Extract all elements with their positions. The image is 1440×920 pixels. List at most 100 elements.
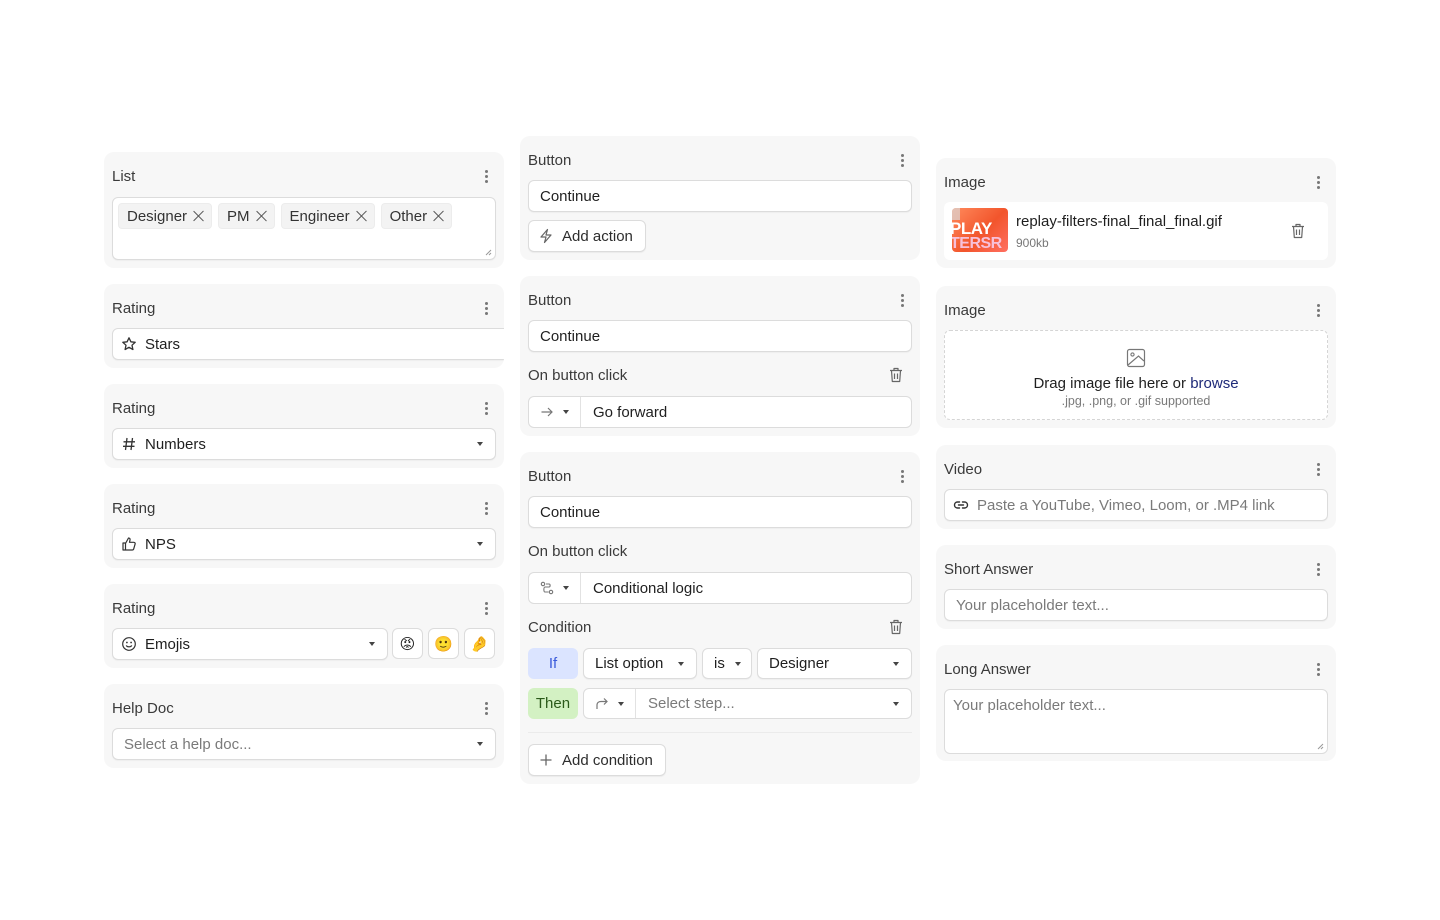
- browse-link[interactable]: browse: [1190, 375, 1238, 392]
- more-options-icon[interactable]: [892, 466, 912, 486]
- remove-chip-icon[interactable]: [433, 210, 445, 222]
- button-label-value: Continue: [540, 327, 601, 345]
- rating-type-select[interactable]: Emojis: [112, 628, 388, 660]
- rating-type-select[interactable]: Numbers: [112, 428, 496, 460]
- more-options-icon[interactable]: [476, 398, 496, 418]
- rating-emojis-card: Rating Emojis 😡 🙂 🤌: [104, 584, 504, 668]
- link-icon: [953, 497, 969, 513]
- long-answer-card: Long Answer Your placeholder text...: [936, 645, 1336, 761]
- dropzone-text: Drag image file here or browse: [945, 375, 1327, 392]
- remove-chip-icon[interactable]: [193, 210, 205, 222]
- short-answer-placeholder: Your placeholder text...: [956, 596, 1109, 614]
- emoji-option-pinched[interactable]: 🤌: [464, 628, 495, 659]
- card-title: Long Answer: [944, 660, 1031, 678]
- remove-chip-icon[interactable]: [356, 210, 368, 222]
- more-options-icon[interactable]: [892, 290, 912, 310]
- chip-label: Designer: [127, 207, 188, 225]
- more-options-icon[interactable]: [476, 598, 496, 618]
- card-title: Rating: [112, 299, 156, 317]
- if-badge: If: [528, 648, 578, 679]
- help-doc-placeholder: Select a help doc...: [124, 735, 252, 753]
- action-type-dropdown[interactable]: [529, 397, 581, 427]
- more-options-icon[interactable]: [1308, 459, 1328, 479]
- resize-handle-icon[interactable]: [1317, 743, 1324, 750]
- card-title: List: [112, 167, 136, 185]
- more-options-icon[interactable]: [1308, 300, 1328, 320]
- more-options-icon[interactable]: [476, 498, 496, 518]
- more-options-icon[interactable]: [476, 698, 496, 718]
- more-options-icon[interactable]: [476, 166, 496, 186]
- condition-field-select[interactable]: List option: [583, 648, 697, 679]
- add-condition-button[interactable]: Add condition: [528, 744, 666, 776]
- card-title: Help Doc: [112, 699, 174, 717]
- action-type-dropdown[interactable]: [529, 573, 581, 603]
- chip-label: Other: [389, 207, 428, 225]
- chevron-down-icon: [893, 701, 899, 706]
- card-title: Button: [528, 291, 572, 309]
- star-icon: [121, 336, 137, 352]
- card-title: Button: [528, 151, 572, 169]
- short-answer-input[interactable]: Your placeholder text...: [944, 589, 1328, 621]
- condition-operator-select[interactable]: is: [702, 648, 752, 679]
- trash-icon[interactable]: [887, 618, 905, 636]
- chevron-down-icon: [893, 661, 899, 666]
- long-answer-textarea[interactable]: Your placeholder text...: [944, 689, 1328, 754]
- file-name: replay-filters-final_final_final.gif: [1016, 213, 1222, 230]
- redirect-arrow-icon: [596, 697, 608, 709]
- on-click-label: On button click: [528, 367, 628, 384]
- card-title: Short Answer: [944, 560, 1034, 578]
- rating-type-select[interactable]: Stars: [112, 328, 504, 360]
- card-title: Image: [944, 301, 986, 319]
- more-options-icon[interactable]: [1308, 559, 1328, 579]
- condition-label: Condition: [528, 619, 592, 636]
- video-link-input[interactable]: Paste a YouTube, Vimeo, Loom, or .MP4 li…: [944, 489, 1328, 521]
- button-label-input[interactable]: Continue: [528, 180, 912, 212]
- button-label-input[interactable]: Continue: [528, 496, 912, 528]
- video-link-placeholder: Paste a YouTube, Vimeo, Loom, or .MP4 li…: [977, 496, 1275, 514]
- then-badge: Then: [528, 688, 578, 719]
- on-click-action-select[interactable]: Conditional logic: [528, 572, 912, 604]
- button-label-input[interactable]: Continue: [528, 320, 912, 352]
- list-options-input[interactable]: Designer PM Engineer Other: [112, 197, 496, 260]
- add-condition-label: Add condition: [562, 751, 653, 769]
- button-card-add-action: Button Continue Add action: [520, 136, 920, 260]
- supported-formats: .jpg, .png, or .gif supported: [1061, 394, 1211, 408]
- image-uploaded-card: Image PLAY TERSR replay-filters-final_fi…: [936, 158, 1336, 268]
- card-title: Rating: [112, 399, 156, 417]
- chevron-down-icon: [618, 701, 624, 706]
- remove-chip-icon[interactable]: [256, 210, 268, 222]
- file-size: 900kb: [1016, 236, 1049, 250]
- card-title: Button: [528, 467, 572, 485]
- step-select[interactable]: Select step...: [636, 689, 911, 718]
- button-card-go-forward: Button Continue On button click Go forwa…: [520, 276, 920, 436]
- rating-type-value: NPS: [145, 535, 176, 553]
- list-chip: Designer: [118, 203, 213, 229]
- image-dropzone[interactable]: Drag image file here or browse .jpg, .pn…: [944, 330, 1328, 420]
- rating-type-value: Numbers: [145, 435, 206, 453]
- more-options-icon[interactable]: [892, 150, 912, 170]
- condition-value-select[interactable]: Designer: [757, 648, 912, 679]
- thumbs-up-icon: [121, 536, 137, 552]
- more-options-icon[interactable]: [1308, 659, 1328, 679]
- arrow-right-icon: [541, 407, 553, 417]
- divider: [528, 732, 912, 733]
- add-action-button[interactable]: Add action: [528, 220, 646, 252]
- trash-icon[interactable]: [1289, 222, 1307, 240]
- rating-stars-card: Rating Stars: [104, 284, 504, 368]
- on-click-action-select[interactable]: Go forward: [528, 396, 912, 428]
- help-doc-card: Help Doc Select a help doc...: [104, 684, 504, 768]
- action-value[interactable]: Conditional logic: [581, 573, 911, 603]
- more-options-icon[interactable]: [1308, 172, 1328, 192]
- image-icon: [1126, 348, 1146, 368]
- then-action-dropdown[interactable]: [584, 689, 636, 718]
- more-options-icon[interactable]: [476, 298, 496, 318]
- rating-type-select[interactable]: NPS: [112, 528, 496, 560]
- action-value[interactable]: Go forward: [581, 397, 911, 427]
- emoji-option-neutral[interactable]: 🙂: [428, 628, 459, 659]
- help-doc-select[interactable]: Select a help doc...: [112, 728, 496, 760]
- rating-numbers-card: Rating Numbers: [104, 384, 504, 468]
- then-step-select[interactable]: Select step...: [583, 688, 912, 719]
- resize-handle-icon[interactable]: [485, 249, 492, 256]
- trash-icon[interactable]: [887, 366, 905, 384]
- emoji-option-angry[interactable]: 😡: [392, 628, 423, 659]
